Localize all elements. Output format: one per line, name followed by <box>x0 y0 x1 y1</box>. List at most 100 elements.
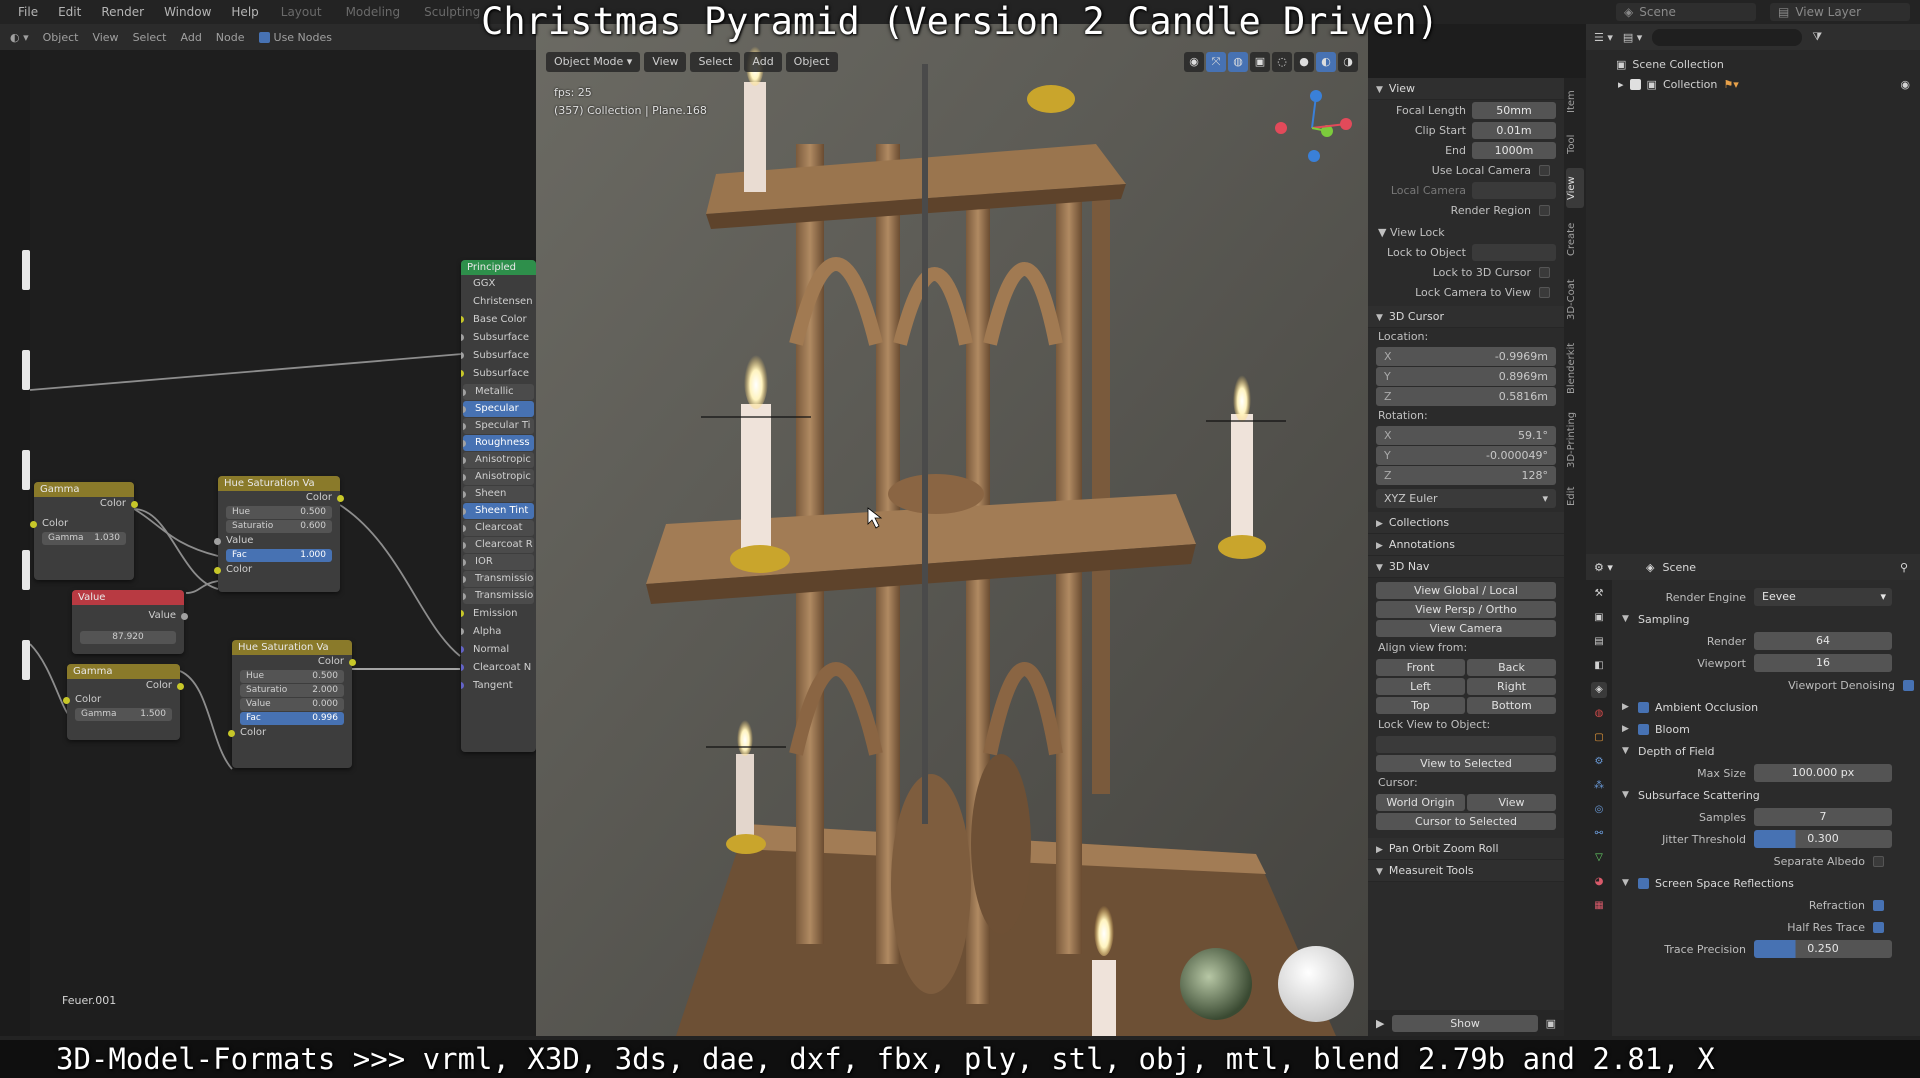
principled-input-row[interactable]: Base Color <box>461 311 536 329</box>
principled-input-row[interactable]: Emission <box>461 605 536 623</box>
tab-edit[interactable]: Edit <box>1566 480 1584 512</box>
jitter-threshold-slider[interactable]: 0.300 <box>1754 830 1892 848</box>
rotation-mode-dropdown[interactable]: XYZ Euler ▾ <box>1376 489 1556 508</box>
input-socket[interactable] <box>463 389 466 396</box>
separate-albedo-checkbox[interactable] <box>1873 855 1884 867</box>
saturation-field[interactable]: Saturatio 0.600 <box>226 520 332 533</box>
node-view-menu[interactable]: View <box>92 31 118 44</box>
view-layer-selector[interactable]: ▤ View Layer <box>1770 3 1910 21</box>
viewport-denoising-checkbox[interactable] <box>1903 679 1914 691</box>
principled-input-row[interactable]: Transmissio <box>463 571 534 587</box>
3d-nav-section-header[interactable]: ▼ 3D Nav <box>1368 556 1564 578</box>
depth-of-field-section[interactable]: ▼ Depth of Field <box>1618 740 1918 762</box>
menu-edit[interactable]: Edit <box>48 5 91 19</box>
focal-length-field[interactable]: 50mm <box>1472 101 1556 119</box>
front-view-button[interactable]: Front <box>1376 659 1465 676</box>
principled-input-row[interactable]: Specular Ti <box>463 418 534 434</box>
pin-icon[interactable]: ⚲ <box>1900 561 1908 574</box>
viewport-add-menu[interactable]: Add <box>744 52 782 72</box>
principled-input-row[interactable]: Alpha <box>461 623 536 641</box>
texture-tab-icon[interactable]: ▦ <box>1591 898 1607 914</box>
principled-input-row[interactable]: GGX <box>461 275 536 293</box>
input-socket[interactable] <box>463 593 466 600</box>
input-socket[interactable] <box>463 576 466 583</box>
half-res-trace-checkbox[interactable] <box>1873 921 1884 933</box>
render-samples-field[interactable]: 64 <box>1754 632 1892 650</box>
input-socket[interactable] <box>461 316 464 323</box>
view-to-selected-button[interactable]: View to Selected <box>1376 755 1556 772</box>
value-field[interactable]: 87.920 <box>80 631 176 644</box>
input-socket[interactable] <box>461 352 464 359</box>
input-socket[interactable] <box>461 610 464 617</box>
node-add-menu[interactable]: Add <box>181 31 202 44</box>
sampling-section[interactable]: ▼ Sampling <box>1618 608 1918 630</box>
ambient-occlusion-checkbox[interactable] <box>1638 701 1649 713</box>
display-mode-icon[interactable]: ▤ ▾ <box>1623 31 1642 44</box>
output-tab-icon[interactable]: ▤ <box>1591 634 1607 650</box>
principled-input-row[interactable]: Roughness <box>463 435 534 451</box>
principled-input-row[interactable]: Clearcoat <box>463 520 534 536</box>
principled-input-row[interactable]: Tangent <box>461 677 536 695</box>
input-socket[interactable] <box>463 474 466 481</box>
node-object-dropdown[interactable]: Object <box>43 31 79 44</box>
use-nodes-checkbox[interactable] <box>258 31 270 43</box>
bloom-checkbox[interactable] <box>1638 723 1649 735</box>
subsurface-scattering-section[interactable]: ▼ Subsurface Scattering <box>1618 784 1918 806</box>
modifier-tab-icon[interactable]: ⚙ <box>1591 754 1607 770</box>
use-nodes-toggle[interactable]: Use Nodes <box>258 31 332 44</box>
refraction-checkbox[interactable] <box>1873 899 1884 911</box>
material-tab-icon[interactable]: ◕ <box>1591 874 1607 890</box>
input-socket[interactable] <box>463 423 466 430</box>
screen-space-reflections-section[interactable]: ▼ Screen Space Reflections <box>1618 872 1918 894</box>
value-node[interactable]: Value Value 87.920 <box>72 590 188 654</box>
viewport-samples-field[interactable]: 16 <box>1754 654 1892 672</box>
principled-input-row[interactable]: Normal <box>461 641 536 659</box>
principled-input-row[interactable]: Subsurface <box>461 329 536 347</box>
render-engine-dropdown[interactable]: Eevee ▾ <box>1754 588 1892 606</box>
scene-collection-row[interactable]: ▣ Scene Collection <box>1586 54 1920 74</box>
gamma-field[interactable]: Gamma 1.030 <box>42 532 126 545</box>
properties-editor-icon[interactable]: ⚙ ▾ <box>1594 561 1613 574</box>
input-socket[interactable] <box>463 406 466 413</box>
cursor-z-field[interactable]: Z 0.5816m <box>1376 387 1556 406</box>
render-region-checkbox[interactable] <box>1539 204 1550 216</box>
lock-to-object-field[interactable] <box>1472 243 1556 261</box>
cursor-rot-x-field[interactable]: X 59.1° <box>1376 426 1556 445</box>
principled-input-row[interactable]: IOR <box>463 554 534 570</box>
principled-input-row[interactable]: Metallic <box>463 384 534 400</box>
right-view-button[interactable]: Right <box>1467 678 1556 695</box>
eye-icon[interactable]: ◉ <box>1900 78 1910 91</box>
principled-input-row[interactable]: Anisotropic <box>463 469 534 485</box>
collection-row[interactable]: ▸ ▣ Collection ⚑▾ ◉ <box>1586 74 1920 94</box>
input-socket[interactable] <box>461 682 464 689</box>
tab-view[interactable]: View <box>1566 168 1584 208</box>
node-editor-type-button[interactable]: ◐ ▾ <box>10 31 29 44</box>
world-origin-button[interactable]: World Origin <box>1376 794 1465 811</box>
scene-tab-icon[interactable]: ◈ <box>1591 682 1607 698</box>
play-icon[interactable]: ▶ <box>1376 1017 1384 1030</box>
menu-window[interactable]: Window <box>154 5 221 19</box>
clip-end-field[interactable]: 1000m <box>1472 141 1556 159</box>
principled-input-row[interactable]: Specular <box>463 401 534 417</box>
principled-input-row[interactable]: Sheen <box>463 486 534 502</box>
visibility-icon[interactable]: ◉ <box>1184 52 1204 72</box>
local-camera-field[interactable] <box>1472 181 1556 199</box>
filter-icon[interactable]: ⧩ <box>1812 30 1822 44</box>
gamma-field[interactable]: Gamma 1.500 <box>75 708 172 721</box>
cursor-rot-y-field[interactable]: Y -0.000049° <box>1376 446 1556 465</box>
lock-camera-checkbox[interactable] <box>1539 286 1550 298</box>
tab-3d-printing[interactable]: 3D-Printing <box>1566 406 1584 474</box>
viewport-object-menu[interactable]: Object <box>785 52 838 72</box>
solid-shading-icon[interactable]: ● <box>1294 52 1314 72</box>
use-local-camera-checkbox[interactable] <box>1539 164 1550 176</box>
view-camera-button[interactable]: View Camera <box>1376 620 1556 637</box>
hue-saturation-node[interactable]: Hue Saturation Va Color Hue 0.500 Saturat… <box>214 476 344 592</box>
cursor-x-field[interactable]: X -0.9969m <box>1376 347 1556 366</box>
cursor-to-selected-button[interactable]: Cursor to Selected <box>1376 813 1556 830</box>
measureit-section-header[interactable]: ▼ Measureit Tools <box>1368 860 1564 882</box>
menu-help[interactable]: Help <box>221 5 268 19</box>
cursor-view-button[interactable]: View <box>1467 794 1556 811</box>
hue-field[interactable]: Hue 0.500 <box>240 670 344 683</box>
input-socket[interactable] <box>461 370 464 377</box>
pan-orbit-section-header[interactable]: ▶ Pan Orbit Zoom Roll <box>1368 838 1564 860</box>
